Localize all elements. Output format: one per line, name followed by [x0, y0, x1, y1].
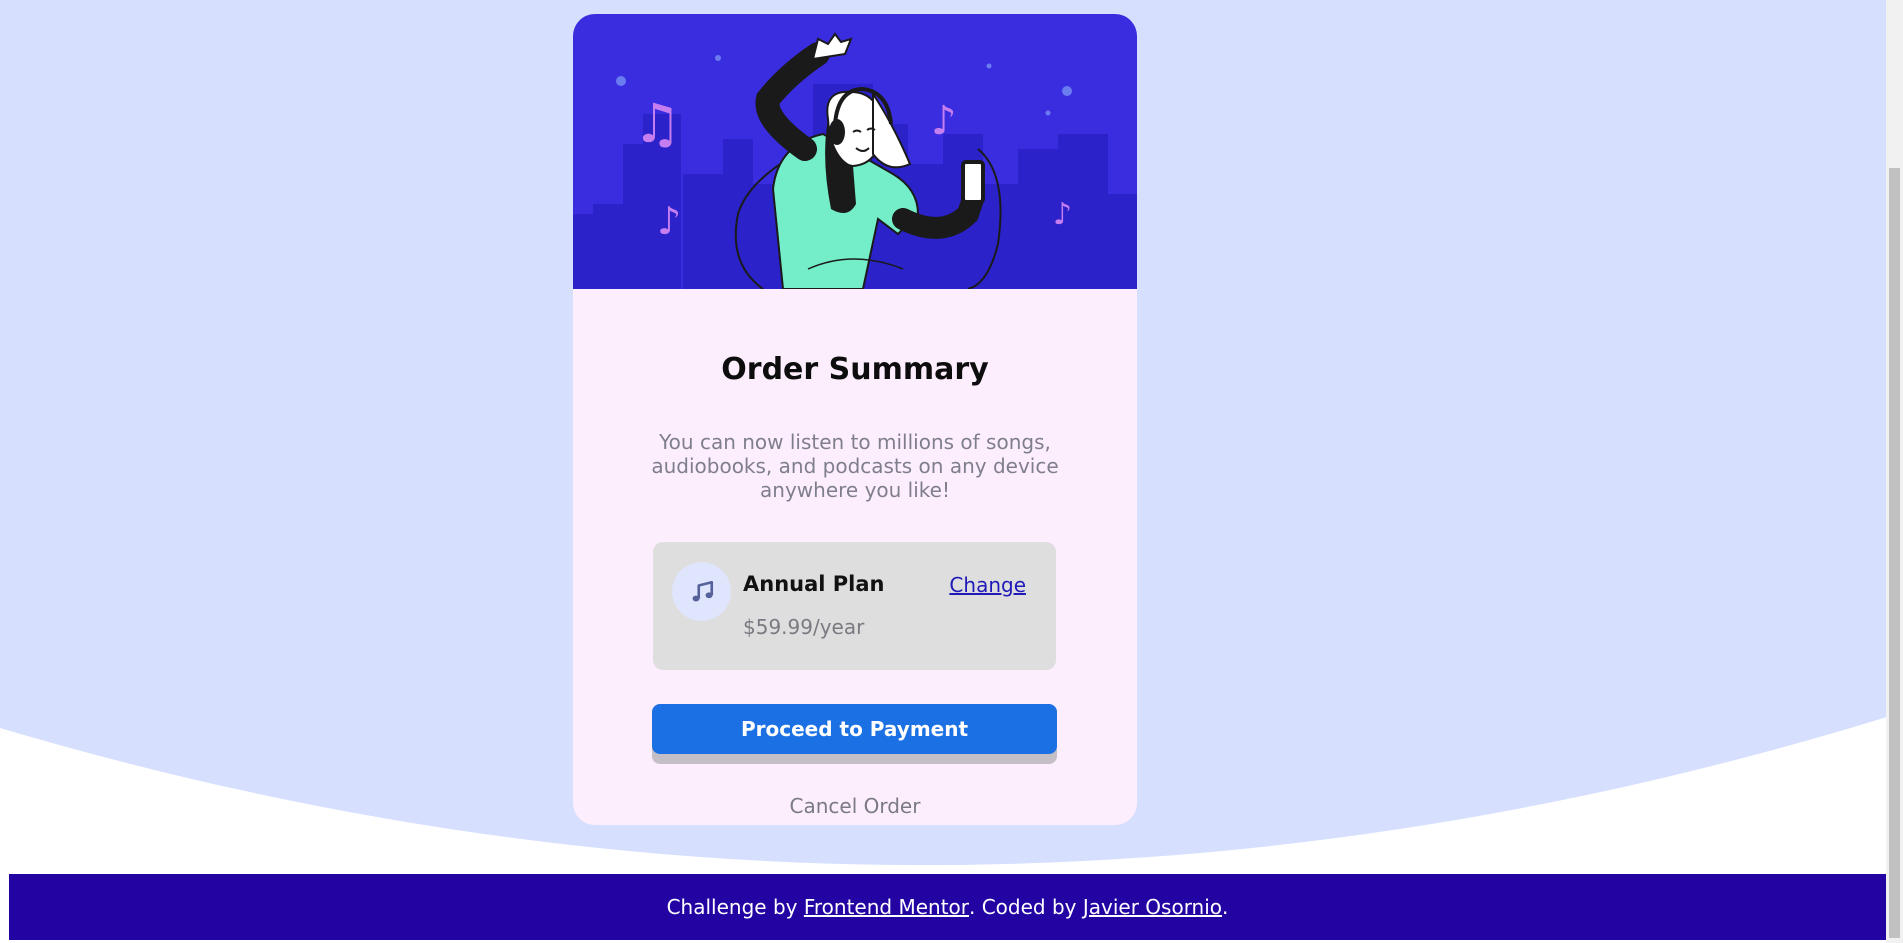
cancel-order-button[interactable]: Cancel Order: [573, 794, 1137, 818]
footer-suffix: .: [1222, 895, 1229, 919]
plan-box: Annual Plan $59.99/year Change: [653, 542, 1056, 670]
svg-text:♫: ♫: [633, 92, 681, 155]
change-plan-link[interactable]: Change: [949, 573, 1026, 597]
svg-text:♪: ♪: [931, 98, 957, 144]
attribution-footer: Challenge by Frontend Mentor . Coded by …: [9, 874, 1886, 940]
music-note-icon: [672, 562, 731, 621]
svg-text:♪: ♪: [1053, 197, 1072, 232]
scrollbar-thumb[interactable]: [1889, 168, 1900, 938]
footer-middle: . Coded by: [969, 895, 1083, 919]
proceed-to-payment-button[interactable]: Proceed to Payment: [652, 704, 1057, 754]
card-title: Order Summary: [721, 352, 989, 387]
hero-illustration: ♫ ♪ ♪ ♪: [573, 14, 1137, 289]
svg-text:♪: ♪: [657, 199, 681, 243]
order-summary-card: ♫ ♪ ♪ ♪ Order Summary You can now listen…: [573, 14, 1137, 825]
plan-price: $59.99/year: [743, 615, 865, 639]
author-link[interactable]: Javier Osornio: [1083, 895, 1222, 919]
card-description: You can now listen to millions of songs,…: [651, 430, 1059, 502]
plan-name: Annual Plan: [743, 572, 885, 596]
scrollbar[interactable]: [1886, 0, 1903, 943]
frontend-mentor-link[interactable]: Frontend Mentor: [804, 895, 969, 919]
footer-prefix: Challenge by: [666, 895, 804, 919]
